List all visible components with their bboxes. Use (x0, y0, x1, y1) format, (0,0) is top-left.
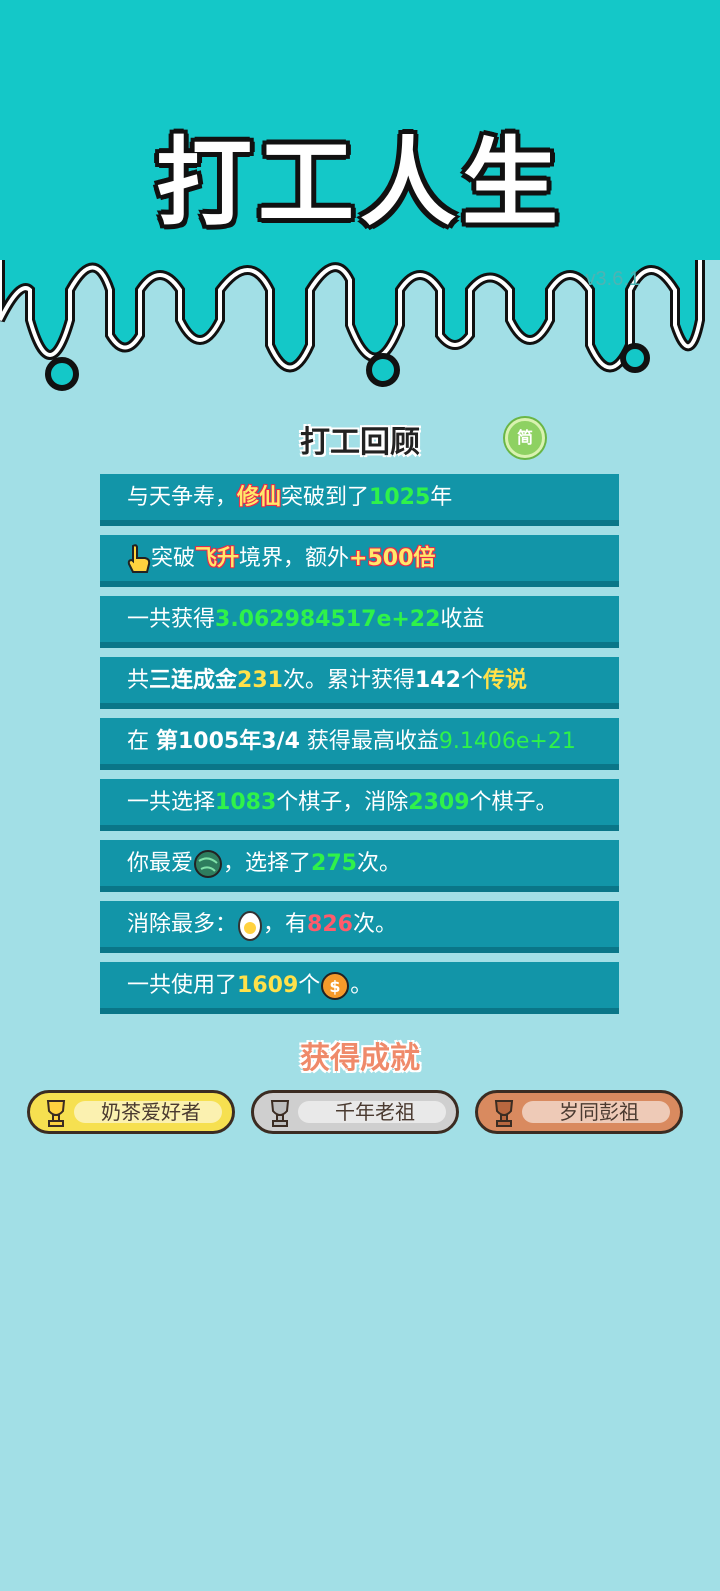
review-row-pieces: 一共选择1083个棋子，消除2309个棋子。 (100, 779, 619, 831)
svg-text:$: $ (330, 977, 341, 996)
review-row-cultivation: 与天争寿，修仙突破到了1025年 (100, 474, 619, 526)
game-title: 打工人生 (156, 127, 564, 239)
achievement-label: 岁同彭祖 (559, 1100, 639, 1124)
achievement-badge-bronze[interactable]: 岁同彭祖 (475, 1090, 683, 1134)
gold-trophy-icon (46, 1100, 66, 1127)
review-title: 打工回顾 (300, 425, 420, 460)
version-label: v3.6.1 (585, 268, 640, 290)
achievement-badge-silver[interactable]: 千年老祖 (251, 1090, 459, 1134)
achievement-badge-gold[interactable]: 奶茶爱好者 (27, 1090, 235, 1134)
pointing-hand-icon (127, 544, 151, 573)
green-planet-icon (194, 850, 223, 878)
review-row-ascension: 突破飞升境界，额外+500倍 (100, 535, 619, 587)
review-list: 与天争寿，修仙突破到了1025年 突破飞升境界，额外+500倍 一共获得3.06… (100, 474, 619, 1023)
review-row-triple: 共三连成金231次。累计获得142个传说 (100, 657, 619, 709)
language-toggle-button[interactable]: 简 (505, 418, 545, 458)
achievement-label: 奶茶爱好者 (101, 1100, 201, 1124)
egg-icon (238, 911, 263, 941)
review-row-max-income: 在 第1005年3/4 获得最高收益9.1406e+21 (100, 718, 619, 770)
coin-icon: $ (321, 972, 350, 1000)
silver-trophy-icon (270, 1100, 290, 1127)
review-row-total-income: 一共获得3.062984517e+22收益 (100, 596, 619, 648)
achievement-label: 千年老祖 (335, 1100, 415, 1124)
review-row-favorite: 你最爱 ，选择了275次。 (100, 840, 619, 892)
review-row-coins: 一共使用了1609个 $。 (100, 962, 619, 1014)
bronze-trophy-icon (494, 1100, 514, 1127)
review-row-most-eliminated: 消除最多： ，有826次。 (100, 901, 619, 953)
achievements-title: 获得成就 (300, 1041, 420, 1076)
